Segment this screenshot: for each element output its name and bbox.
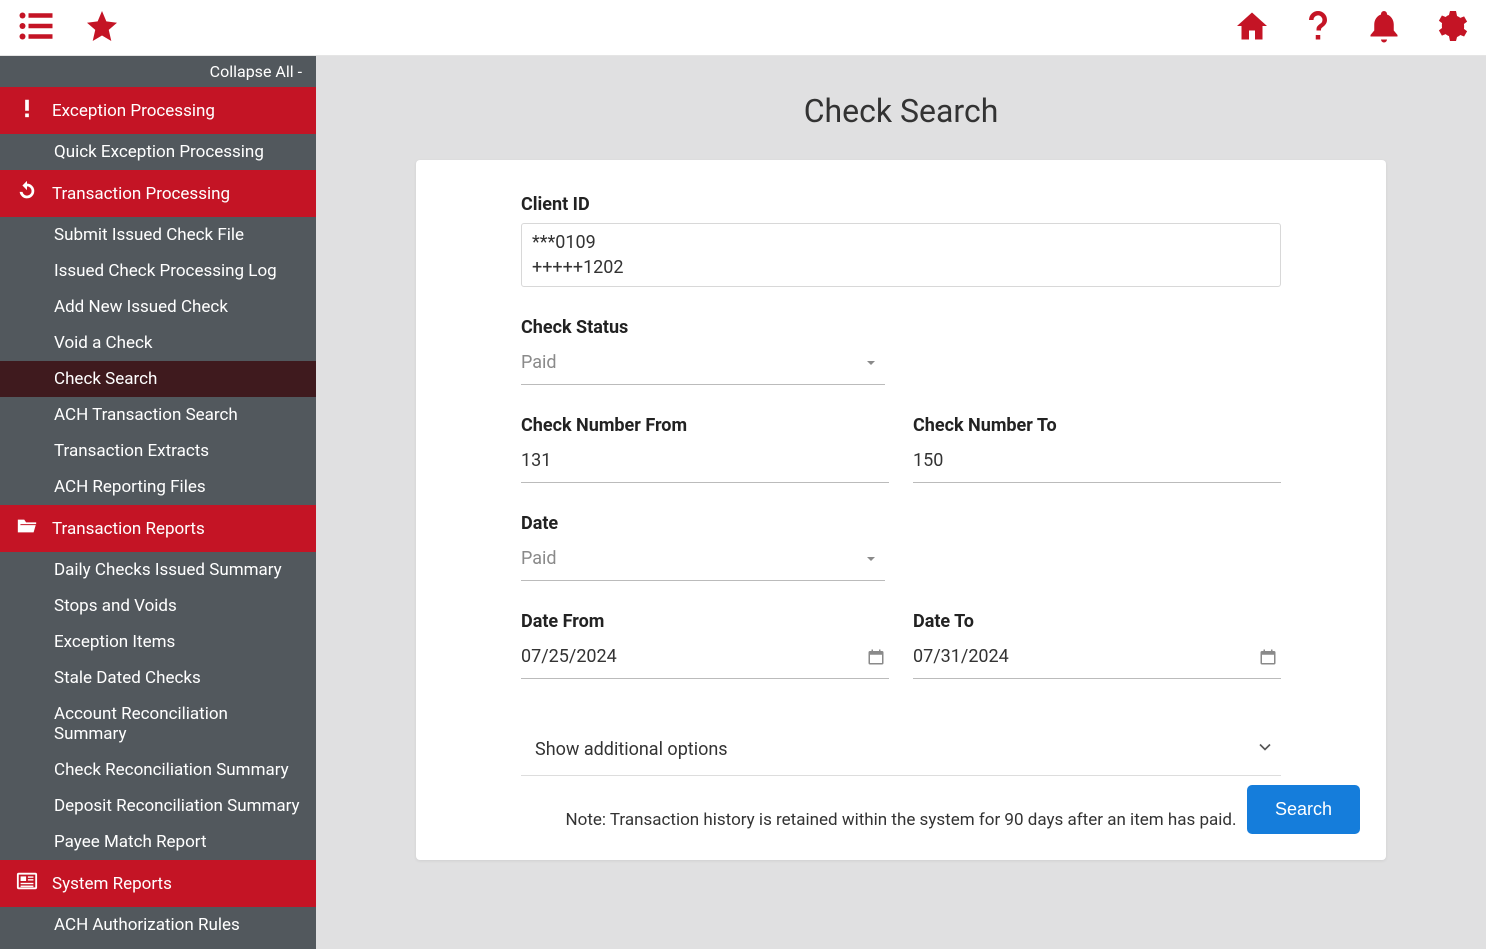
nav-section-transaction-processing[interactable]: Transaction Processing (0, 170, 316, 217)
nav-item-check-search[interactable]: Check Search (0, 361, 316, 397)
collapse-all-toggle[interactable]: Collapse All - (0, 56, 316, 87)
news-icon (16, 870, 38, 897)
search-form-card: Client ID ***0109 +++++1202 Check Status… (416, 160, 1386, 860)
date-type-select[interactable]: Paid (521, 542, 885, 581)
nav-item-add-new-issued-check[interactable]: Add New Issued Check (0, 289, 316, 325)
nav-section-label: Transaction Reports (52, 519, 205, 539)
nav-item-issued-check-log[interactable]: Issued Check Processing Log (0, 253, 316, 289)
check-status-select[interactable]: Paid (521, 346, 885, 385)
chevron-down-icon (863, 551, 879, 571)
nav-section-label: Exception Processing (52, 101, 215, 121)
nav-section-system-reports[interactable]: System Reports (0, 860, 316, 907)
nav-section-label: System Reports (52, 874, 172, 894)
date-from-label: Date From (521, 611, 889, 632)
date-type-value: Paid (521, 548, 885, 572)
check-status-label: Check Status (521, 317, 1281, 338)
nav-item-payee-match[interactable]: Payee Match Report (0, 824, 316, 860)
chevron-down-icon (1255, 737, 1275, 761)
home-icon[interactable] (1234, 8, 1270, 48)
main-area: Check Search Client ID ***0109 +++++1202… (316, 56, 1486, 949)
date-to-label: Date To (913, 611, 1281, 632)
check-number-from-value: 131 (521, 450, 889, 474)
folder-open-icon (16, 515, 38, 542)
top-bar (0, 0, 1486, 56)
nav-item-daily-checks-summary[interactable]: Daily Checks Issued Summary (0, 552, 316, 588)
chevron-down-icon (863, 355, 879, 375)
sidebar: Collapse All - Exception Processing Quic… (0, 56, 316, 949)
nav-item-deposit-recon[interactable]: Deposit Reconciliation Summary (0, 788, 316, 824)
nav-item-check-recon[interactable]: Check Reconciliation Summary (0, 752, 316, 788)
check-number-to-label: Check Number To (913, 415, 1281, 436)
check-number-from-label: Check Number From (521, 415, 889, 436)
date-from-value: 07/25/2024 (521, 646, 889, 670)
retention-note: Note: Transaction history is retained wi… (521, 810, 1281, 830)
nav-item-void-check[interactable]: Void a Check (0, 325, 316, 361)
check-status-value: Paid (521, 352, 885, 376)
calendar-icon (867, 648, 885, 670)
nav-section-exception-processing[interactable]: Exception Processing (0, 87, 316, 134)
client-id-label: Client ID (521, 194, 1281, 215)
nav-item-transaction-extracts[interactable]: Transaction Extracts (0, 433, 316, 469)
star-icon[interactable] (84, 8, 120, 48)
check-number-to-input[interactable]: 150 (913, 444, 1281, 483)
calendar-icon (1259, 648, 1277, 670)
bell-icon[interactable] (1366, 8, 1402, 48)
show-additional-options-toggle[interactable]: Show additional options (521, 723, 1281, 776)
date-to-input[interactable]: 07/31/2024 (913, 640, 1281, 679)
nav-item-stops-voids[interactable]: Stops and Voids (0, 588, 316, 624)
exclamation-icon (16, 97, 38, 124)
date-label: Date (521, 513, 1281, 534)
gear-icon[interactable] (1432, 8, 1468, 48)
refresh-icon (16, 180, 38, 207)
check-number-from-input[interactable]: 131 (521, 444, 889, 483)
nav-item-ach-transaction-search[interactable]: ACH Transaction Search (0, 397, 316, 433)
nav-item-quick-exception[interactable]: Quick Exception Processing (0, 134, 316, 170)
check-number-to-value: 150 (913, 450, 1281, 474)
client-id-select[interactable]: ***0109 +++++1202 (521, 223, 1281, 287)
additional-options-label: Show additional options (535, 739, 728, 760)
nav-item-account-recon[interactable]: Account Reconciliation Summary (0, 696, 316, 752)
nav-item-stale-dated[interactable]: Stale Dated Checks (0, 660, 316, 696)
search-button[interactable]: Search (1247, 785, 1360, 834)
nav-item-ach-reporting-files[interactable]: ACH Reporting Files (0, 469, 316, 505)
nav-item-ach-auth-rules[interactable]: ACH Authorization Rules (0, 907, 316, 943)
menu-icon[interactable] (18, 8, 54, 48)
date-to-value: 07/31/2024 (913, 646, 1281, 670)
help-icon[interactable] (1300, 8, 1336, 48)
nav-item-submit-issued-check[interactable]: Submit Issued Check File (0, 217, 316, 253)
nav-section-label: Transaction Processing (52, 184, 230, 204)
page-title: Check Search (346, 56, 1456, 160)
client-id-option: ***0109 (532, 230, 1270, 255)
date-from-input[interactable]: 07/25/2024 (521, 640, 889, 679)
client-id-option: +++++1202 (532, 255, 1270, 280)
nav-item-exception-items[interactable]: Exception Items (0, 624, 316, 660)
nav-section-transaction-reports[interactable]: Transaction Reports (0, 505, 316, 552)
